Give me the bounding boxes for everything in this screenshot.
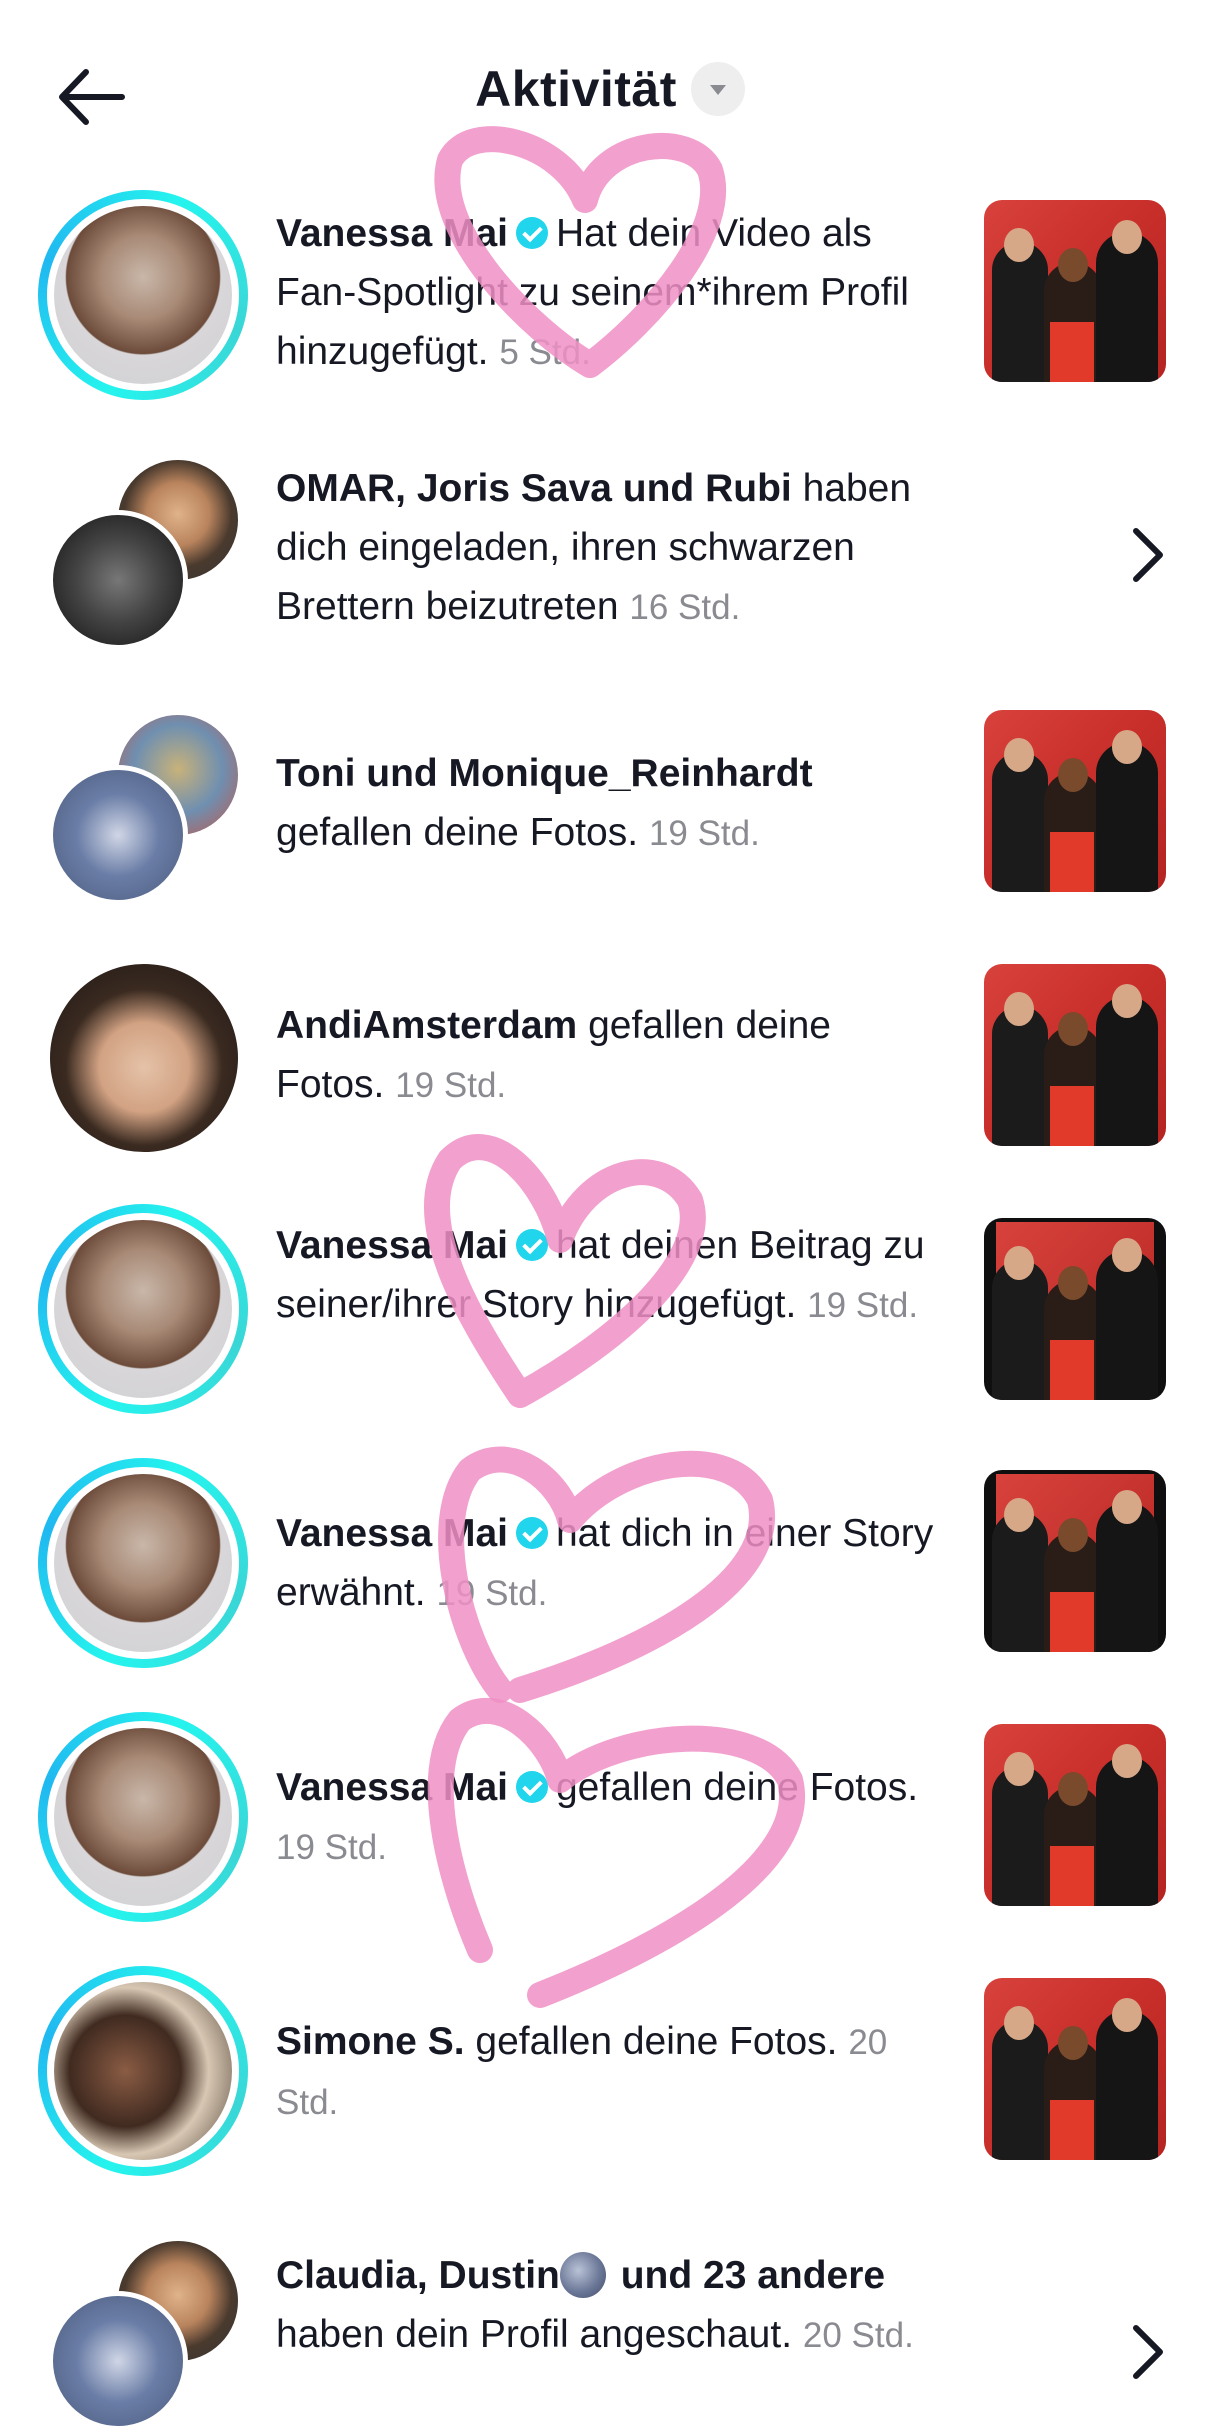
username[interactable]: Toni und Monique_Reinhardt bbox=[276, 752, 813, 795]
avatar bbox=[48, 2291, 188, 2431]
username[interactable]: Claudia, Dustin bbox=[276, 2254, 560, 2297]
avatar-group[interactable] bbox=[48, 2236, 248, 2431]
username[interactable]: Vanessa Mai bbox=[276, 1766, 508, 1809]
notification-text: OMAR, Joris Sava und Rubi haben dich ein… bbox=[276, 459, 946, 637]
notification-text: AndiAmsterdam gefallen deine Fotos. 19 S… bbox=[276, 996, 946, 1115]
story-thumbnail[interactable] bbox=[984, 1470, 1166, 1652]
post-thumbnail[interactable] bbox=[984, 710, 1166, 892]
timestamp: 20 Std. bbox=[802, 2316, 914, 2355]
avatar-story-ring[interactable] bbox=[38, 190, 248, 400]
verified-badge-icon bbox=[515, 1770, 548, 1803]
timestamp: 19 Std. bbox=[395, 1066, 507, 1105]
page-title: Aktivität bbox=[475, 61, 677, 117]
timestamp: 19 Std. bbox=[807, 1286, 919, 1325]
notification-text: Claudia, Dustin und 23 andere haben dein… bbox=[276, 2246, 946, 2365]
new-moon-face-emoji-icon bbox=[559, 2251, 606, 2298]
avatar bbox=[48, 510, 188, 650]
chevron-right-icon[interactable] bbox=[1130, 525, 1166, 585]
notification-row[interactable]: Vanessa Mai gefallen deine Fotos. 19 Std. bbox=[0, 1712, 1220, 1922]
notification-row[interactable]: Vanessa Mai hat deinen Beitrag zu seiner/… bbox=[0, 1204, 1220, 1414]
username[interactable]: OMAR, Joris Sava und Rubi bbox=[276, 467, 792, 510]
title-area[interactable]: Aktivität bbox=[0, 60, 1220, 118]
username[interactable]: AndiAmsterdam bbox=[276, 1004, 577, 1047]
avatar-group[interactable] bbox=[48, 710, 248, 905]
notification-row[interactable]: Vanessa Mai hat dich in einer Story erwäh… bbox=[0, 1458, 1220, 1668]
post-thumbnail[interactable] bbox=[984, 1724, 1166, 1906]
notification-text: Vanessa Mai gefallen deine Fotos. 19 Std. bbox=[276, 1758, 946, 1877]
avatar-group[interactable] bbox=[48, 455, 248, 650]
notification-text: Vanessa Mai hat dich in einer Story erwäh… bbox=[276, 1504, 946, 1623]
timestamp: 19 Std. bbox=[276, 1828, 387, 1867]
avatar bbox=[54, 1474, 232, 1652]
avatar-story-ring[interactable] bbox=[38, 1712, 248, 1922]
username[interactable]: Vanessa Mai bbox=[276, 1224, 508, 1267]
notification-message: gefallen deine Fotos. bbox=[475, 2020, 838, 2063]
header: Aktivität bbox=[0, 0, 1220, 190]
avatar bbox=[48, 765, 188, 905]
post-thumbnail[interactable] bbox=[984, 1978, 1166, 2160]
post-thumbnail[interactable] bbox=[984, 964, 1166, 1146]
verified-badge-icon bbox=[515, 1228, 548, 1261]
notification-text: Toni und Monique_Reinhardt gefallen dein… bbox=[276, 744, 946, 863]
notification-text: Simone S. gefallen deine Fotos. 20 Std. bbox=[276, 2012, 946, 2132]
timestamp: 19 Std. bbox=[436, 1574, 548, 1613]
chevron-down-icon[interactable] bbox=[690, 62, 745, 116]
chevron-right-icon[interactable] bbox=[1130, 2322, 1166, 2382]
verified-badge-icon bbox=[515, 1516, 548, 1549]
notification-row[interactable]: Toni und Monique_Reinhardt gefallen dein… bbox=[0, 710, 1220, 905]
story-thumbnail[interactable] bbox=[984, 1218, 1166, 1400]
username[interactable]: Simone S. bbox=[276, 2020, 465, 2063]
avatar bbox=[54, 1982, 232, 2160]
username[interactable]: Vanessa Mai bbox=[276, 212, 508, 255]
avatar bbox=[54, 1220, 232, 1398]
username[interactable]: Vanessa Mai bbox=[276, 1512, 508, 1555]
avatar bbox=[54, 1728, 232, 1906]
post-thumbnail[interactable] bbox=[984, 200, 1166, 382]
avatar[interactable] bbox=[50, 964, 238, 1152]
avatar bbox=[54, 206, 232, 384]
others-count[interactable]: und 23 andere bbox=[621, 2254, 885, 2297]
notification-row[interactable]: Claudia, Dustin und 23 andere haben dein… bbox=[0, 2232, 1220, 2431]
notification-text: Vanessa Mai hat deinen Beitrag zu seiner/… bbox=[276, 1216, 946, 1335]
timestamp: 19 Std. bbox=[648, 814, 760, 853]
notification-row[interactable]: AndiAmsterdam gefallen deine Fotos. 19 S… bbox=[0, 960, 1220, 1160]
notification-message: gefallen deine Fotos. bbox=[555, 1766, 919, 1809]
notification-row[interactable]: Simone S. gefallen deine Fotos. 20 Std. bbox=[0, 1966, 1220, 2176]
timestamp: 5 Std. bbox=[499, 333, 591, 372]
notification-message: gefallen deine Fotos. bbox=[276, 811, 639, 854]
verified-badge-icon bbox=[515, 216, 548, 249]
avatar-story-ring[interactable] bbox=[38, 1458, 248, 1668]
timestamp: 16 Std. bbox=[629, 588, 741, 627]
avatar-story-ring[interactable] bbox=[38, 1966, 248, 2176]
notification-text: Vanessa Mai Hat dein Video als Fan-Spotli… bbox=[276, 204, 946, 382]
notification-row[interactable]: Vanessa Mai Hat dein Video als Fan-Spotli… bbox=[0, 190, 1220, 400]
notification-message: haben dein Profil angeschaut. bbox=[276, 2313, 793, 2356]
notification-row[interactable]: OMAR, Joris Sava und Rubi haben dich ein… bbox=[0, 455, 1220, 655]
avatar-story-ring[interactable] bbox=[38, 1204, 248, 1414]
